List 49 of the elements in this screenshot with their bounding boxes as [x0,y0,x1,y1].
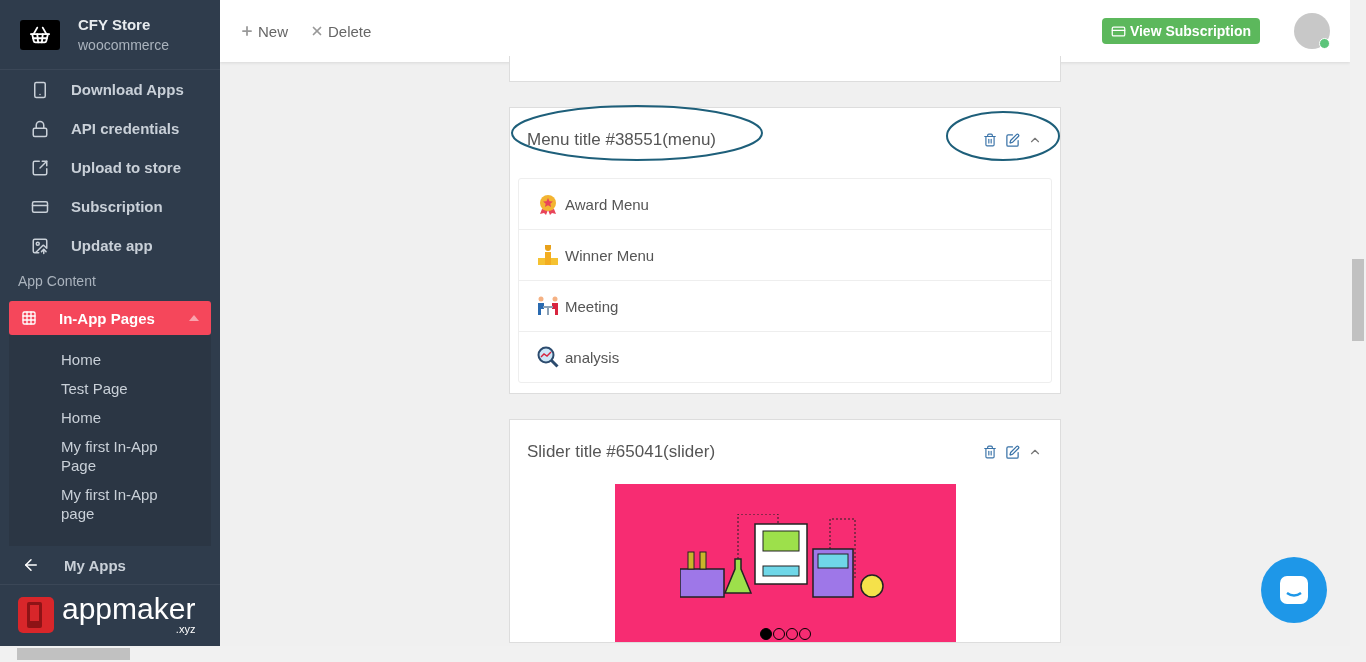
meeting-icon [537,295,559,317]
submenu-item[interactable]: My first In-App Page [9,432,211,480]
chat-icon [1279,575,1309,605]
phone-icon [31,80,49,99]
menu-item-label: Award Menu [565,195,649,213]
sidebar-item[interactable]: Download Apps [0,70,220,109]
medal-icon [537,193,559,215]
card-icon [1110,23,1126,39]
close-icon [310,24,324,38]
menu-row[interactable]: Award Menu [519,179,1051,229]
store-platform: woocommerce [78,37,170,53]
toolbar-action[interactable]: Delete [310,22,372,40]
menu-row[interactable]: Meeting [519,280,1051,331]
card-title: Menu title #38551(menu) [527,130,717,150]
horizontal-scrollbar[interactable] [0,646,1366,662]
menu-row[interactable]: Winner Menu [519,229,1051,280]
menu-row[interactable]: analysis [519,331,1051,382]
podium-icon [537,244,559,266]
submenu-item[interactable]: Test Page [9,374,211,403]
store-name: CFY Store [78,16,152,33]
slide-dot[interactable] [759,628,772,640]
edit-icon[interactable] [1005,444,1020,460]
external-link-icon [31,158,49,177]
delete-icon[interactable] [983,133,997,147]
menu-item-label: analysis [565,348,620,366]
sidebar-item[interactable]: Update app [0,226,220,265]
edit-icon[interactable] [1005,132,1020,148]
section-label: App Content [17,272,97,291]
sidebar-item[interactable]: Subscription [0,187,220,226]
sidebar-item[interactable]: API credentials [0,109,220,148]
sidebar-group[interactable]: In-App Pages [9,301,211,335]
phone-logo-icon [18,596,54,633]
delete-icon[interactable] [983,445,997,459]
sidebar-item[interactable]: Upload to store [0,148,220,187]
menu-item-label: Winner Menu [565,246,655,264]
toolbar-action[interactable]: New [240,22,288,40]
logo-name: appmaker [62,594,196,624]
grid-icon [21,310,37,326]
submenu-item[interactable]: Home [9,403,211,432]
submenu-item[interactable]: My first In-App page [9,480,211,528]
basket-logo [20,19,60,50]
upload-icon [31,236,49,255]
logo-suffix: .xyz [175,624,196,635]
lock-icon [31,119,49,138]
submenu-item[interactable]: Home [9,345,211,374]
card-title: Slider title #65041(slider) [527,442,717,462]
menu-item-label: Meeting [565,297,619,315]
magnifier-chart-icon [537,346,559,368]
plus-icon [240,24,254,38]
